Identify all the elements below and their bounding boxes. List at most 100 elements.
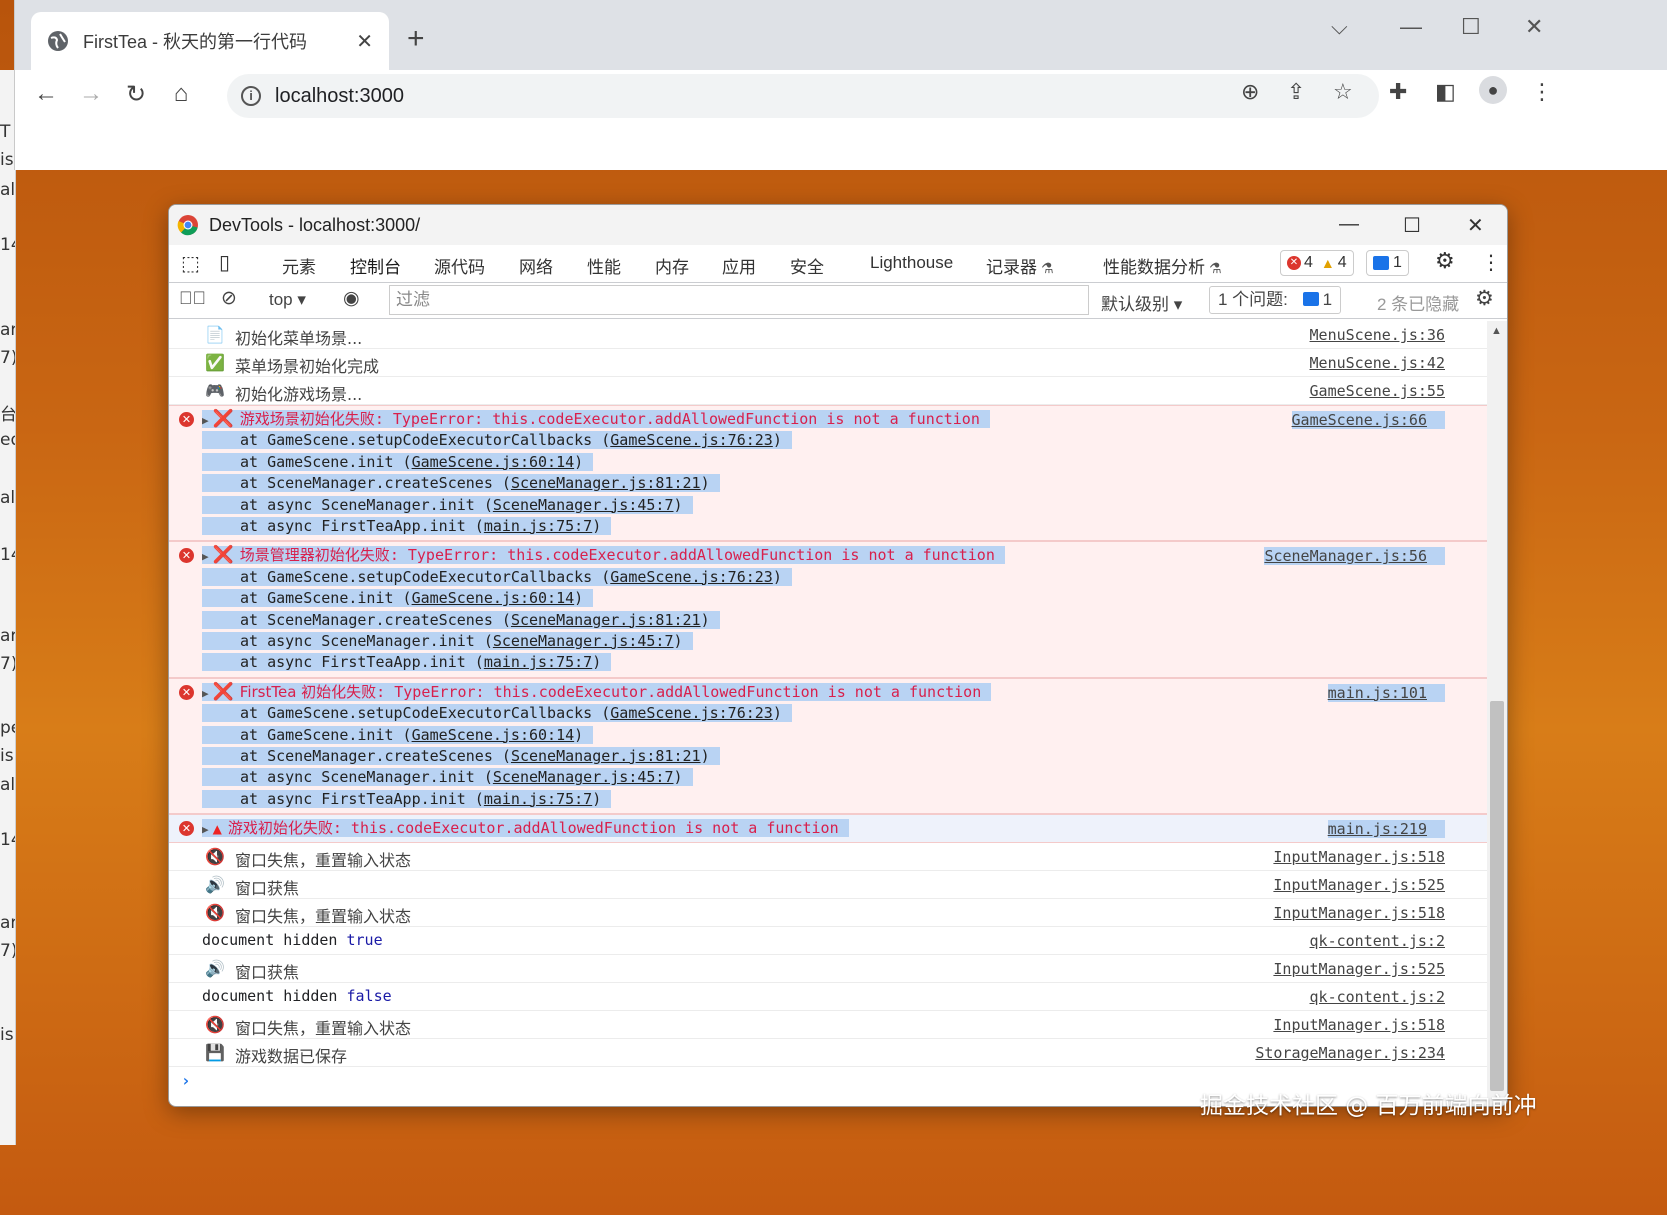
devtools-minimize-button[interactable]: — <box>1339 213 1359 236</box>
close-tab-icon[interactable]: ✕ <box>356 29 373 54</box>
devtools-more-icon[interactable]: ⋮ <box>1481 250 1501 275</box>
reload-icon[interactable]: ↻ <box>121 80 151 109</box>
tab-recorder[interactable]: 记录器 ⚗ <box>986 253 1054 278</box>
stack-frame-link[interactable]: main.js:75:7 <box>484 517 592 535</box>
stack-frame-link[interactable]: main.js:75:7 <box>484 653 592 671</box>
mute-speaker-icon: 🔇 <box>205 847 225 867</box>
bookmark-star-icon[interactable]: ☆ <box>1333 79 1353 105</box>
mute-speaker-icon: 🔇 <box>205 903 225 923</box>
tab-search-icon[interactable]: ⌵ <box>1331 14 1348 40</box>
expand-triangle-icon[interactable]: ▶ <box>202 687 209 700</box>
source-link[interactable]: main.js:101 <box>1327 683 1445 702</box>
source-link[interactable]: GameScene.js:66 <box>1291 411 1445 429</box>
side-panel-icon[interactable]: ◧ <box>1435 79 1456 105</box>
stack-frame-link[interactable]: GameScene.js:60:14 <box>412 453 575 471</box>
maximize-button[interactable]: ☐ <box>1461 14 1481 40</box>
scroll-thumb[interactable] <box>1490 701 1504 1091</box>
source-link[interactable]: SceneManager.js:56 <box>1264 547 1445 566</box>
source-link[interactable]: InputManager.js:525 <box>1273 876 1445 894</box>
tab-security[interactable]: 安全 <box>790 253 824 278</box>
back-icon[interactable]: ← <box>31 80 61 108</box>
console-settings-gear-icon[interactable]: ⚙ <box>1475 286 1494 311</box>
source-link[interactable]: qk-content.js:2 <box>1310 932 1445 950</box>
devtools-close-button[interactable]: ✕ <box>1467 213 1484 238</box>
stack-frame-link[interactable]: main.js:75:7 <box>484 790 592 808</box>
stack-frame-link[interactable]: GameScene.js:76:23 <box>610 431 773 449</box>
error-warning-counter[interactable]: ✕ 4 ▲ 4 <box>1280 250 1354 276</box>
error-lines: ▶ ❌ 场景管理器初始化失败: TypeError: this.codeExecut… <box>202 545 1005 673</box>
share-icon[interactable]: ⇪ <box>1287 79 1305 105</box>
tab-elements[interactable]: 元素 <box>282 253 316 278</box>
new-tab-button[interactable]: + <box>407 22 425 56</box>
extensions-icon[interactable]: ✚ <box>1389 79 1407 105</box>
device-toolbar-icon[interactable]: ▯ <box>219 250 230 275</box>
source-link[interactable]: InputManager.js:518 <box>1273 904 1445 922</box>
stack-frame-link[interactable]: SceneManager.js:81:21 <box>511 747 701 765</box>
console-prompt-icon[interactable]: › <box>181 1071 191 1090</box>
context-label: top <box>269 290 293 309</box>
scroll-up-arrow-icon[interactable]: ▲ <box>1491 325 1502 337</box>
error-prefix: FirstTea 初始化失败 <box>239 682 377 701</box>
expand-triangle-icon[interactable]: ▶ <box>202 823 209 836</box>
expand-triangle-icon[interactable]: ▶ <box>202 414 209 427</box>
stack-frame-link[interactable]: GameScene.js:76:23 <box>610 704 773 722</box>
source-link[interactable]: InputManager.js:525 <box>1273 960 1445 978</box>
tab-network[interactable]: 网络 <box>519 253 553 278</box>
source-link[interactable]: InputManager.js:518 <box>1273 848 1445 866</box>
address-bar[interactable]: i localhost:3000 <box>227 74 1379 118</box>
log-level-selector[interactable]: 默认级别 ▾ <box>1101 290 1182 315</box>
background-text-fragment: is <box>0 1025 14 1045</box>
stack-frame-link[interactable]: SceneManager.js:45:7 <box>493 768 674 786</box>
live-expression-eye-icon[interactable]: ◉ <box>343 287 360 310</box>
minimize-button[interactable]: — <box>1400 14 1422 40</box>
error-icon: ✕ <box>1287 256 1301 270</box>
profile-avatar-icon[interactable]: ● <box>1479 76 1507 104</box>
stack-frame-link[interactable]: SceneManager.js:45:7 <box>493 632 674 650</box>
source-link[interactable]: InputManager.js:518 <box>1273 1016 1445 1034</box>
home-icon[interactable]: ⌂ <box>166 80 196 108</box>
clear-console-icon[interactable]: ⊘ <box>221 287 237 310</box>
stack-frame-link[interactable]: GameScene.js:60:14 <box>412 726 575 744</box>
background-app-strip: Tis all 14 ar 7) 台 ed all 14 ar 7) pe is all 14 ar 7) is <box>0 70 16 1145</box>
browser-tab[interactable]: FirstTea - 秋天的第一行代码 ✕ <box>31 12 389 70</box>
settings-gear-icon[interactable]: ⚙ <box>1435 248 1455 274</box>
stack-frame-link[interactable]: GameScene.js:76:23 <box>610 568 773 586</box>
site-info-icon[interactable]: i <box>241 86 261 106</box>
tab-lighthouse[interactable]: Lighthouse <box>870 253 953 273</box>
sidebar-toggle-icon[interactable]: ▶⃞ <box>179 288 206 309</box>
source-link[interactable]: qk-content.js:2 <box>1310 988 1445 1006</box>
stack-frame-link[interactable]: SceneManager.js:81:21 <box>511 611 701 629</box>
context-selector[interactable]: top ▾ <box>269 290 306 310</box>
background-text-fragment: all <box>0 180 16 200</box>
log-message: 窗口获焦 <box>235 959 299 983</box>
source-link[interactable]: MenuScene.js:36 <box>1310 326 1445 344</box>
more-menu-icon[interactable]: ⋮ <box>1531 79 1553 105</box>
filter-input[interactable]: 过滤 <box>389 285 1089 315</box>
tab-application[interactable]: 应用 <box>722 253 756 278</box>
tab-performance-insights-label: 性能数据分析 <box>1103 258 1205 277</box>
zoom-icon[interactable]: ⊕ <box>1241 79 1259 105</box>
issues-button[interactable]: 1 个问题: 1 <box>1209 286 1342 314</box>
tab-sources[interactable]: 源代码 <box>434 253 485 278</box>
warning-triangle-icon: ▲ <box>212 822 222 837</box>
inspect-element-icon[interactable]: ⬚ <box>181 251 200 276</box>
source-link[interactable]: MenuScene.js:42 <box>1310 354 1445 372</box>
console-scrollbar[interactable]: ▲ <box>1487 321 1507 1106</box>
devtools-maximize-button[interactable]: ☐ <box>1403 213 1421 238</box>
tab-console[interactable]: 控制台 <box>346 253 405 287</box>
forward-icon[interactable]: → <box>76 80 106 108</box>
issues-counter[interactable]: 1 <box>1366 250 1409 276</box>
stack-frame-link[interactable]: GameScene.js:60:14 <box>412 589 575 607</box>
stack-frame-link[interactable]: SceneManager.js:81:21 <box>511 474 701 492</box>
source-link[interactable]: GameScene.js:55 <box>1310 382 1445 400</box>
source-link[interactable]: StorageManager.js:234 <box>1255 1044 1445 1062</box>
tab-memory[interactable]: 内存 <box>655 253 689 278</box>
source-link[interactable]: main.js:219 <box>1327 820 1445 839</box>
expand-triangle-icon[interactable]: ▶ <box>202 550 209 563</box>
close-window-button[interactable]: ✕ <box>1525 14 1543 40</box>
stack-frame-link[interactable]: SceneManager.js:45:7 <box>493 496 674 514</box>
page-icon: 📄 <box>205 325 225 344</box>
background-text-fragment: all <box>0 775 16 795</box>
tab-performance-insights[interactable]: 性能数据分析 ⚗ <box>1103 253 1222 278</box>
tab-performance[interactable]: 性能 <box>587 253 621 278</box>
